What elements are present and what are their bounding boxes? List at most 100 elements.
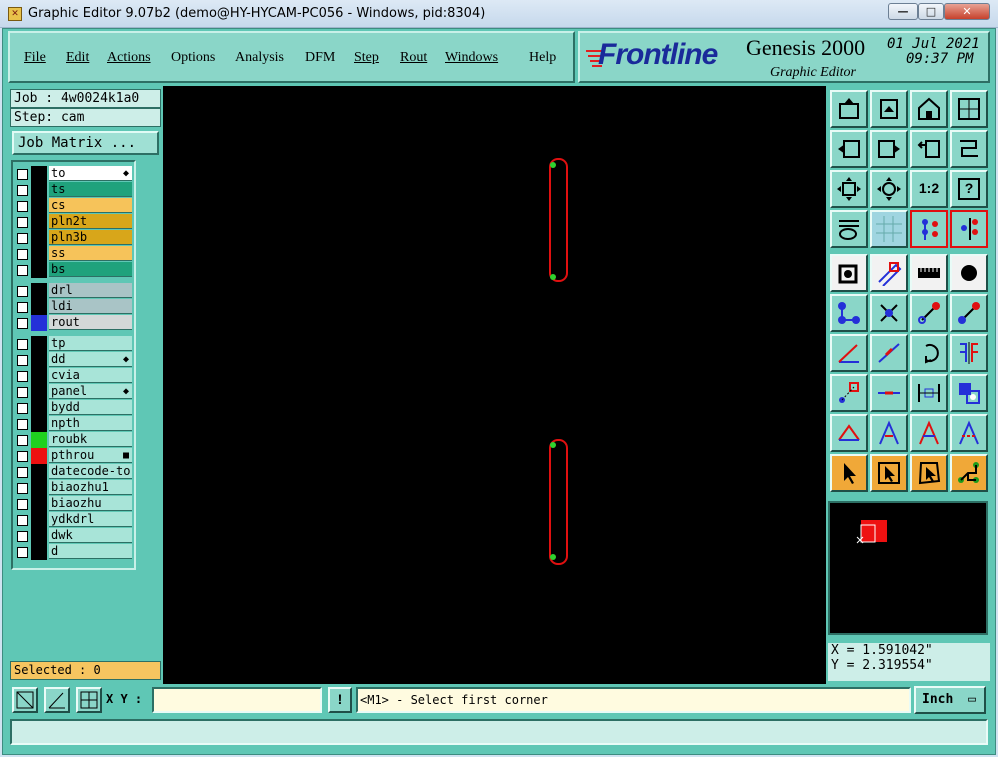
layer-color-swatch[interactable] (31, 432, 47, 448)
layer-row-roubk[interactable]: roubk (16, 432, 132, 448)
layer-row-cvia[interactable]: cvia (16, 368, 132, 384)
layer-color-swatch[interactable] (31, 496, 47, 512)
layer-checkbox[interactable] (17, 355, 28, 366)
mirror-icon[interactable] (950, 334, 988, 372)
arc-three-point-icon[interactable] (910, 414, 948, 452)
layer-color-swatch[interactable] (31, 528, 47, 544)
layer-row-cs[interactable]: cs (16, 198, 132, 214)
rout-slot-upper[interactable] (549, 158, 568, 282)
layer-row-ydkdrl[interactable]: ydkdrl (16, 512, 132, 528)
layer-row-ts[interactable]: ts (16, 182, 132, 198)
layer-name[interactable]: npth (49, 416, 132, 431)
layer-name[interactable]: roubk (49, 432, 132, 447)
net-connect-icon[interactable] (830, 294, 868, 332)
layer-row-datecode-to[interactable]: datecode-to (16, 464, 132, 480)
angle-icon[interactable] (830, 334, 868, 372)
layer-name[interactable]: tp (49, 336, 132, 351)
copy-shape-icon[interactable] (950, 374, 988, 412)
menu-windows[interactable]: Windows (445, 50, 498, 66)
menu-options[interactable]: Options (171, 50, 215, 66)
layer-checkbox[interactable] (17, 499, 28, 510)
layer-color-swatch[interactable] (31, 384, 47, 400)
arc-center-icon[interactable] (870, 414, 908, 452)
layer-checkbox[interactable] (17, 318, 28, 329)
layer-color-swatch[interactable] (31, 299, 47, 315)
layer-row-rout[interactable]: rout (16, 315, 132, 331)
overview-minimap[interactable] (828, 501, 988, 635)
select-arrow-icon[interactable] (830, 454, 868, 492)
snap-grid-icon[interactable] (76, 687, 102, 713)
layer-color-swatch[interactable] (31, 315, 47, 331)
message-button[interactable]: ! (328, 687, 352, 713)
layer-checkbox[interactable] (17, 419, 28, 430)
line-draw-icon[interactable] (870, 334, 908, 372)
close-button[interactable]: ✕ (944, 3, 990, 20)
layer-checkbox[interactable] (17, 467, 28, 478)
zoom-area-icon[interactable] (870, 170, 908, 208)
snap-corner-icon[interactable] (12, 687, 38, 713)
redraw-icon[interactable] (950, 130, 988, 168)
menu-file[interactable]: File (24, 50, 46, 66)
layer-checkbox[interactable] (17, 302, 28, 313)
menu-help[interactable]: Help (529, 50, 556, 66)
layer-color-swatch[interactable] (31, 283, 47, 299)
layer-color-swatch[interactable] (31, 230, 47, 246)
layer-row-bydd[interactable]: bydd (16, 400, 132, 416)
menu-dfm[interactable]: DFM (305, 50, 335, 66)
pan-right-icon[interactable] (870, 130, 908, 168)
layer-color-swatch[interactable] (31, 400, 47, 416)
layer-row-dwk[interactable]: dwk (16, 528, 132, 544)
layer-checkbox[interactable] (17, 185, 28, 196)
minimize-button[interactable]: — (888, 3, 918, 20)
layer-row-biaozhu[interactable]: biaozhu (16, 496, 132, 512)
window-layout-icon[interactable] (950, 90, 988, 128)
layer-row-to[interactable]: to ◆ (16, 166, 132, 182)
layer-color-swatch[interactable] (31, 262, 47, 278)
layer-row-dd[interactable]: dd ◆ (16, 352, 132, 368)
layer-name[interactable]: pthrou ■ (49, 448, 132, 463)
layer-row-drl[interactable]: drl (16, 283, 132, 299)
arc-icon[interactable] (830, 414, 868, 452)
layer-color-swatch[interactable] (31, 464, 47, 480)
layer-name[interactable]: rout (49, 315, 132, 330)
undo-view-icon[interactable] (910, 130, 948, 168)
layer-checkbox[interactable] (17, 286, 28, 297)
grid-icon[interactable] (870, 210, 908, 248)
layer-name[interactable]: ydkdrl (49, 512, 132, 527)
pan-left-icon[interactable] (830, 130, 868, 168)
layer-name[interactable]: dwk (49, 528, 132, 543)
layer-name[interactable]: cvia (49, 368, 132, 383)
select-feature-icon[interactable] (830, 254, 868, 292)
select-net-icon[interactable] (950, 454, 988, 492)
layer-row-ss[interactable]: ss (16, 246, 132, 262)
layer-name[interactable]: bydd (49, 400, 132, 415)
layer-name[interactable]: ss (49, 246, 132, 261)
layer-overlay-icon[interactable] (950, 210, 988, 248)
layer-name[interactable]: biaozhu (49, 496, 132, 511)
move-point-icon[interactable] (910, 294, 948, 332)
layer-color-swatch[interactable] (31, 448, 47, 464)
layer-row-panel[interactable]: panel ◆ (16, 384, 132, 400)
layer-checkbox[interactable] (17, 249, 28, 260)
layer-checkbox[interactable] (17, 403, 28, 414)
layer-color-swatch[interactable] (31, 416, 47, 432)
scale-one-to-two-button[interactable]: 1:2 (910, 170, 948, 208)
layer-checkbox[interactable] (17, 387, 28, 398)
select-poly-icon[interactable] (910, 454, 948, 492)
resize-icon[interactable] (910, 374, 948, 412)
layer-name[interactable]: ts (49, 182, 132, 197)
rotate-icon[interactable] (910, 334, 948, 372)
layer-name[interactable]: to ◆ (49, 166, 132, 181)
layer-name[interactable]: ldi (49, 299, 132, 314)
layer-name[interactable]: pln2t (49, 214, 132, 229)
layer-checkbox[interactable] (17, 515, 28, 526)
job-matrix-button[interactable]: Job Matrix ... (12, 131, 159, 155)
layer-checkbox[interactable] (17, 547, 28, 558)
unit-selector[interactable]: Inch ▭ (914, 686, 986, 714)
layer-checkbox[interactable] (17, 217, 28, 228)
layer-name[interactable]: pln3b (49, 230, 132, 245)
layer-color-swatch[interactable] (31, 512, 47, 528)
pad-icon[interactable] (950, 254, 988, 292)
snap-angle-icon[interactable] (44, 687, 70, 713)
layer-name[interactable]: dd ◆ (49, 352, 132, 367)
